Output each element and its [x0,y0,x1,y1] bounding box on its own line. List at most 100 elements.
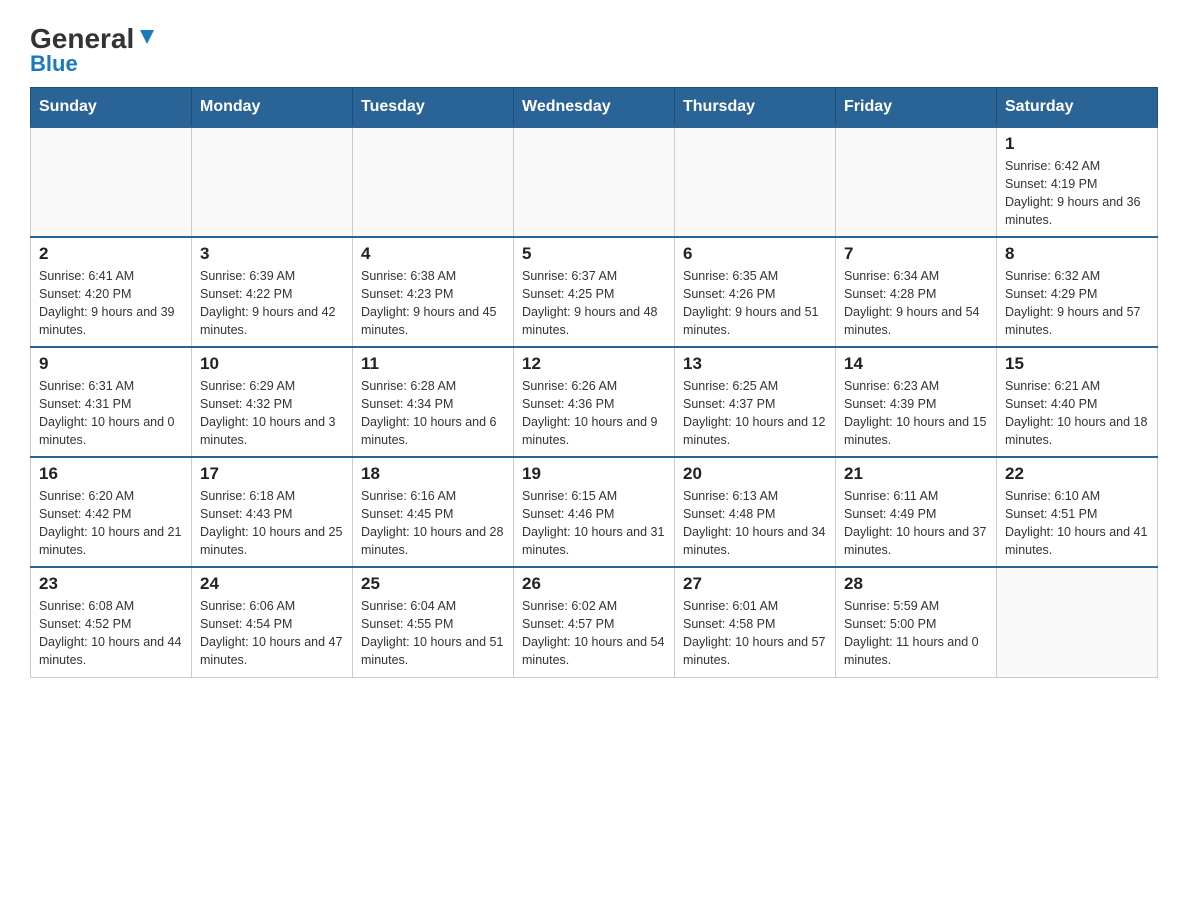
calendar-cell: 18Sunrise: 6:16 AMSunset: 4:45 PMDayligh… [353,457,514,567]
day-info: Sunrise: 6:42 AMSunset: 4:19 PMDaylight:… [1005,157,1149,230]
day-info: Sunrise: 6:20 AMSunset: 4:42 PMDaylight:… [39,487,183,560]
weekday-header-tuesday: Tuesday [353,88,514,128]
logo-blue-text: Blue [30,51,78,77]
calendar-cell: 3 Sunrise: 6:39 AMSunset: 4:22 PMDaylight… [192,237,353,347]
day-info: Sunrise: 6:11 AMSunset: 4:49 PMDaylight:… [844,487,988,560]
day-number: 23 [39,574,183,594]
day-number: 6 [683,244,827,264]
day-info: Sunrise: 5:59 AMSunset: 5:00 PMDaylight:… [844,597,988,670]
day-info: Sunrise: 6:10 AMSunset: 4:51 PMDaylight:… [1005,487,1149,560]
calendar-cell: 2Sunrise: 6:41 AMSunset: 4:20 PMDaylight… [31,237,192,347]
calendar-cell: 19 Sunrise: 6:15 AMSunset: 4:46 PMDayligh… [514,457,675,567]
day-number: 24 [200,574,344,594]
calendar-cell: 25 Sunrise: 6:04 AMSunset: 4:55 PMDayligh… [353,567,514,677]
calendar-cell: 9Sunrise: 6:31 AMSunset: 4:31 PMDaylight… [31,347,192,457]
day-number: 5 [522,244,666,264]
calendar-cell: 4 Sunrise: 6:38 AMSunset: 4:23 PMDaylight… [353,237,514,347]
week-row-3: 9Sunrise: 6:31 AMSunset: 4:31 PMDaylight… [31,347,1158,457]
calendar-table: SundayMondayTuesdayWednesdayThursdayFrid… [30,87,1158,678]
day-number: 7 [844,244,988,264]
day-info: Sunrise: 6:29 AMSunset: 4:32 PMDaylight:… [200,377,344,450]
day-info: Sunrise: 6:02 AMSunset: 4:57 PMDaylight:… [522,597,666,670]
day-number: 20 [683,464,827,484]
day-number: 12 [522,354,666,374]
calendar-cell [353,127,514,237]
day-number: 11 [361,354,505,374]
day-info: Sunrise: 6:41 AMSunset: 4:20 PMDaylight:… [39,267,183,340]
calendar-cell: 12 Sunrise: 6:26 AMSunset: 4:36 PMDayligh… [514,347,675,457]
calendar-cell: 22 Sunrise: 6:10 AMSunset: 4:51 PMDayligh… [997,457,1158,567]
weekday-header-monday: Monday [192,88,353,128]
day-number: 25 [361,574,505,594]
calendar-cell: 26 Sunrise: 6:02 AMSunset: 4:57 PMDayligh… [514,567,675,677]
week-row-4: 16Sunrise: 6:20 AMSunset: 4:42 PMDayligh… [31,457,1158,567]
day-info: Sunrise: 6:04 AMSunset: 4:55 PMDaylight:… [361,597,505,670]
weekday-header-wednesday: Wednesday [514,88,675,128]
calendar-cell: 16Sunrise: 6:20 AMSunset: 4:42 PMDayligh… [31,457,192,567]
calendar-cell: 8 Sunrise: 6:32 AMSunset: 4:29 PMDaylight… [997,237,1158,347]
day-number: 27 [683,574,827,594]
calendar-cell [31,127,192,237]
day-info: Sunrise: 6:08 AMSunset: 4:52 PMDaylight:… [39,597,183,670]
calendar-cell [514,127,675,237]
calendar-cell: 13 Sunrise: 6:25 AMSunset: 4:37 PMDayligh… [675,347,836,457]
logo: General Blue [30,25,158,77]
weekday-header-sunday: Sunday [31,88,192,128]
weekday-header-friday: Friday [836,88,997,128]
day-info: Sunrise: 6:35 AMSunset: 4:26 PMDaylight:… [683,267,827,340]
day-info: Sunrise: 6:37 AMSunset: 4:25 PMDaylight:… [522,267,666,340]
day-info: Sunrise: 6:28 AMSunset: 4:34 PMDaylight:… [361,377,505,450]
day-number: 1 [1005,134,1149,154]
calendar-cell [997,567,1158,677]
calendar-cell: 14 Sunrise: 6:23 AMSunset: 4:39 PMDayligh… [836,347,997,457]
day-info: Sunrise: 6:39 AMSunset: 4:22 PMDaylight:… [200,267,344,340]
calendar-cell [675,127,836,237]
day-number: 13 [683,354,827,374]
weekday-header-saturday: Saturday [997,88,1158,128]
logo-arrow-icon [136,26,158,48]
calendar-cell: 15Sunrise: 6:21 AMSunset: 4:40 PMDayligh… [997,347,1158,457]
day-info: Sunrise: 6:34 AMSunset: 4:28 PMDaylight:… [844,267,988,340]
calendar-cell: 6 Sunrise: 6:35 AMSunset: 4:26 PMDaylight… [675,237,836,347]
day-number: 8 [1005,244,1149,264]
day-info: Sunrise: 6:15 AMSunset: 4:46 PMDaylight:… [522,487,666,560]
calendar-cell: 7 Sunrise: 6:34 AMSunset: 4:28 PMDaylight… [836,237,997,347]
day-number: 4 [361,244,505,264]
day-number: 26 [522,574,666,594]
day-number: 17 [200,464,344,484]
calendar-cell [192,127,353,237]
day-info: Sunrise: 6:21 AMSunset: 4:40 PMDaylight:… [1005,377,1149,450]
day-info: Sunrise: 6:18 AMSunset: 4:43 PMDaylight:… [200,487,344,560]
calendar-cell: 20 Sunrise: 6:13 AMSunset: 4:48 PMDayligh… [675,457,836,567]
calendar-cell: 28 Sunrise: 5:59 AMSunset: 5:00 PMDayligh… [836,567,997,677]
day-info: Sunrise: 6:16 AMSunset: 4:45 PMDaylight:… [361,487,505,560]
calendar-cell [836,127,997,237]
weekday-header-thursday: Thursday [675,88,836,128]
week-row-2: 2Sunrise: 6:41 AMSunset: 4:20 PMDaylight… [31,237,1158,347]
day-info: Sunrise: 6:26 AMSunset: 4:36 PMDaylight:… [522,377,666,450]
calendar-cell: 24 Sunrise: 6:06 AMSunset: 4:54 PMDayligh… [192,567,353,677]
day-info: Sunrise: 6:25 AMSunset: 4:37 PMDaylight:… [683,377,827,450]
calendar-cell: 17 Sunrise: 6:18 AMSunset: 4:43 PMDayligh… [192,457,353,567]
calendar-cell: 11 Sunrise: 6:28 AMSunset: 4:34 PMDayligh… [353,347,514,457]
day-info: Sunrise: 6:06 AMSunset: 4:54 PMDaylight:… [200,597,344,670]
day-number: 3 [200,244,344,264]
day-number: 10 [200,354,344,374]
calendar-cell: 5 Sunrise: 6:37 AMSunset: 4:25 PMDaylight… [514,237,675,347]
calendar-cell: 27Sunrise: 6:01 AMSunset: 4:58 PMDayligh… [675,567,836,677]
day-info: Sunrise: 6:23 AMSunset: 4:39 PMDaylight:… [844,377,988,450]
calendar-cell: 1 Sunrise: 6:42 AMSunset: 4:19 PMDaylight… [997,127,1158,237]
day-number: 9 [39,354,183,374]
day-info: Sunrise: 6:38 AMSunset: 4:23 PMDaylight:… [361,267,505,340]
day-number: 19 [522,464,666,484]
day-number: 14 [844,354,988,374]
day-info: Sunrise: 6:32 AMSunset: 4:29 PMDaylight:… [1005,267,1149,340]
weekday-header-row: SundayMondayTuesdayWednesdayThursdayFrid… [31,88,1158,128]
day-number: 21 [844,464,988,484]
day-number: 28 [844,574,988,594]
day-info: Sunrise: 6:13 AMSunset: 4:48 PMDaylight:… [683,487,827,560]
logo-general-text: General [30,25,134,53]
week-row-1: 1 Sunrise: 6:42 AMSunset: 4:19 PMDaylight… [31,127,1158,237]
day-number: 22 [1005,464,1149,484]
page-header: General Blue [30,20,1158,77]
